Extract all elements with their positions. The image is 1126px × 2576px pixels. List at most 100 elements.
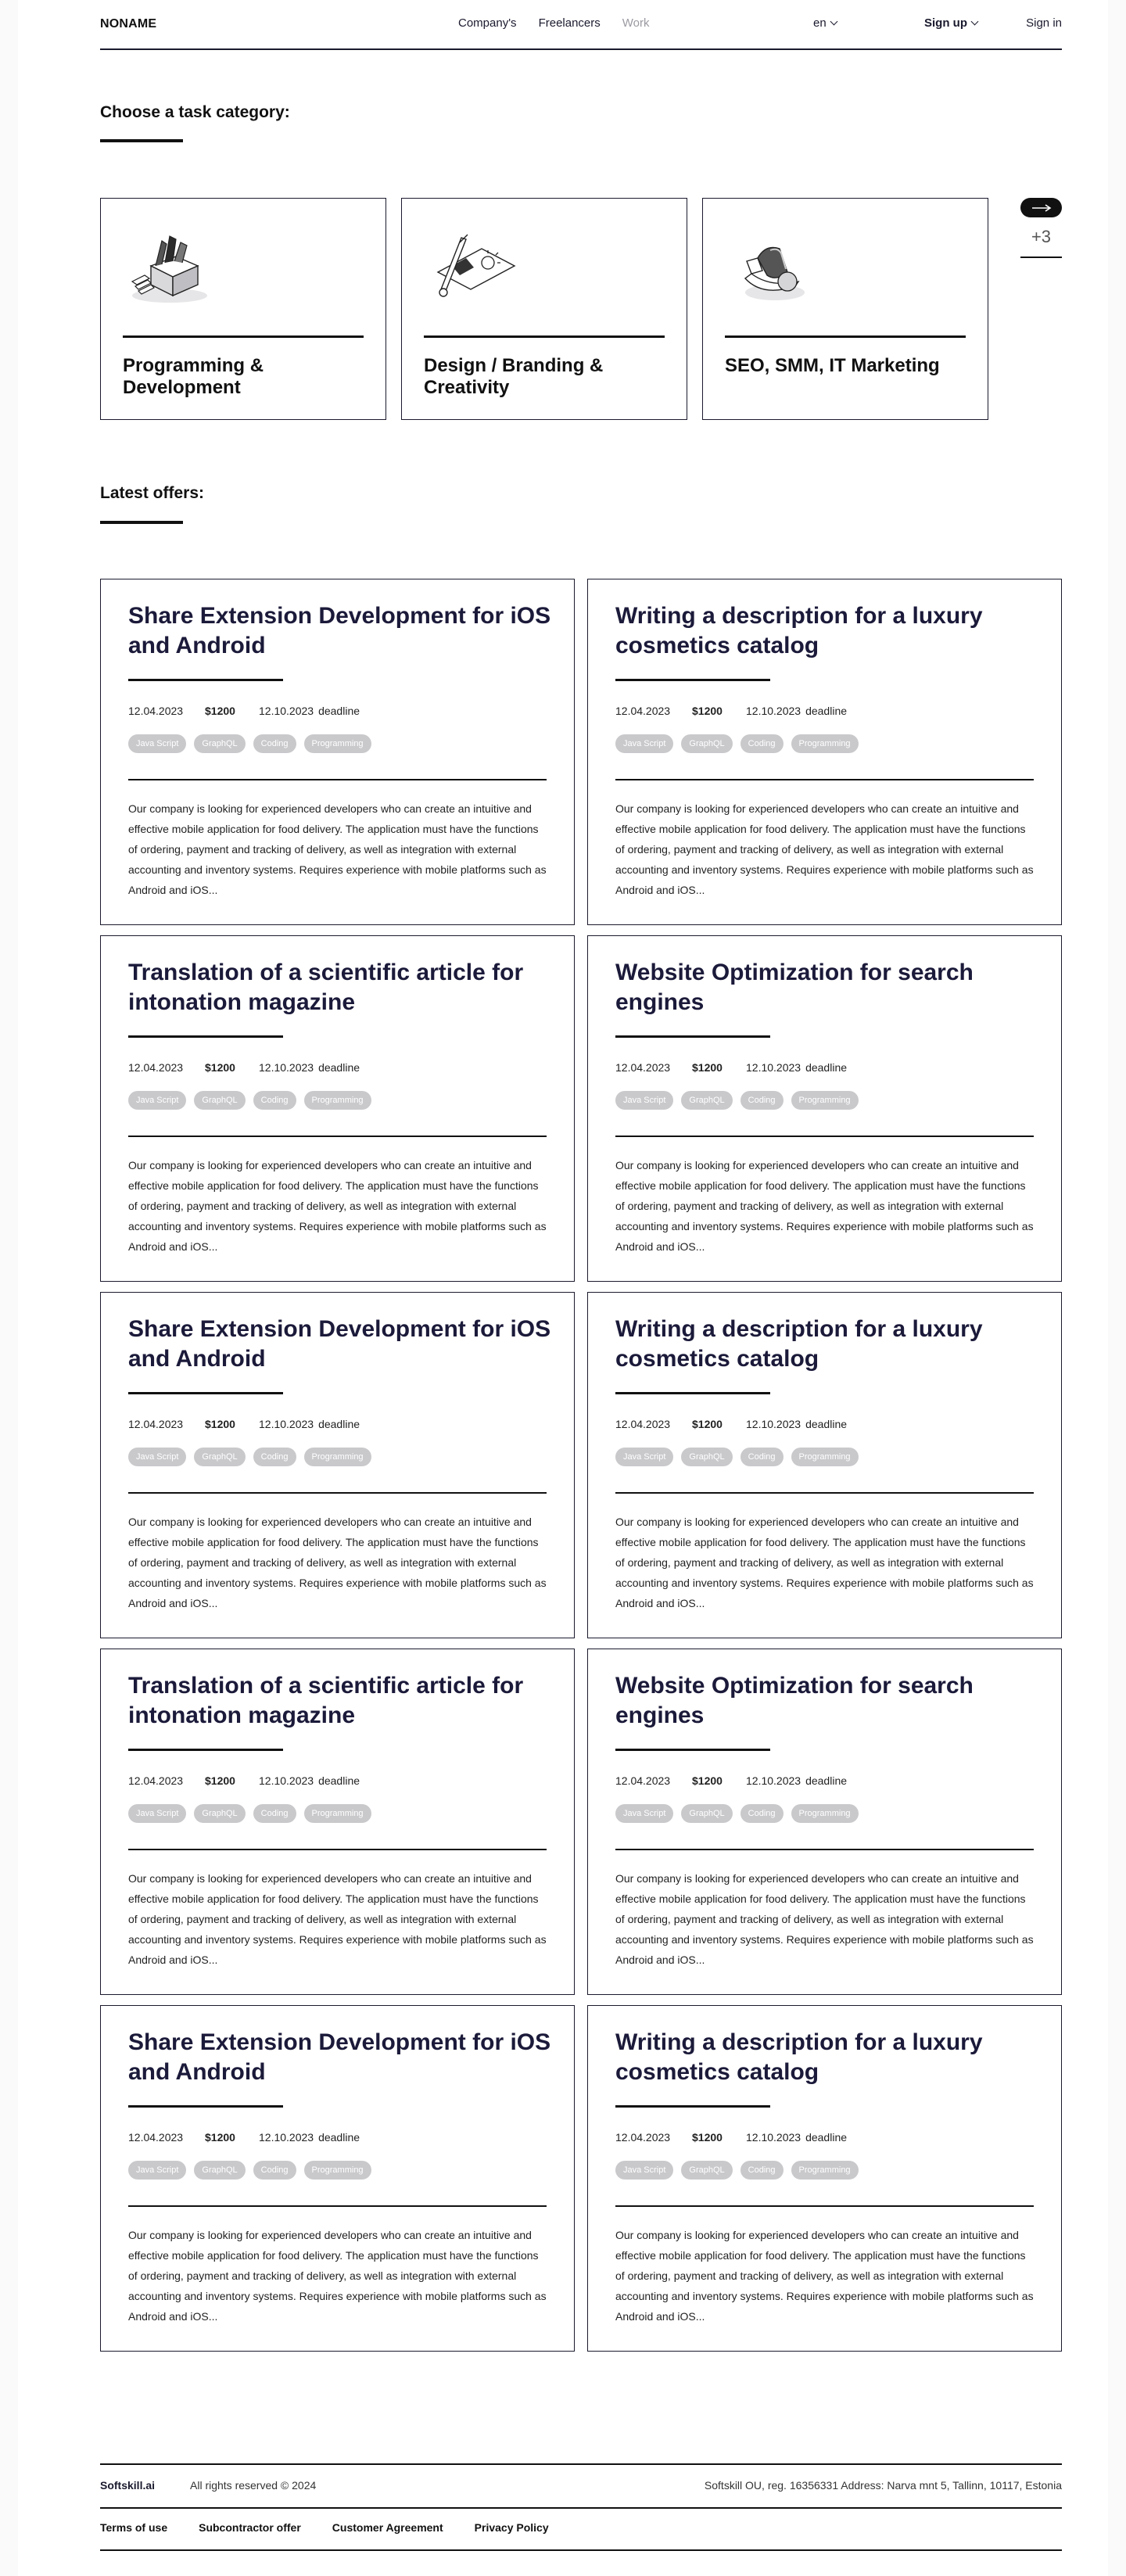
offer-date: 12.04.2023 bbox=[128, 2131, 184, 2144]
tag-chip[interactable]: Coding bbox=[253, 1804, 296, 1823]
tag-chip[interactable]: Programming bbox=[791, 2161, 859, 2180]
category-card-programming[interactable]: Programming & Development bbox=[100, 198, 386, 420]
tag-chip[interactable]: GraphQL bbox=[194, 1804, 246, 1823]
tag-chip[interactable]: Coding bbox=[740, 734, 784, 753]
signin-link[interactable]: Sign in bbox=[1026, 16, 1062, 30]
signup-dropdown[interactable]: Sign up bbox=[924, 16, 979, 30]
tag-chip[interactable]: Programming bbox=[303, 734, 371, 753]
tag-chip[interactable]: Java Script bbox=[615, 1804, 674, 1823]
tag-chip[interactable]: Programming bbox=[303, 1091, 371, 1110]
nav-item-freelancers[interactable]: Freelancers bbox=[539, 16, 601, 30]
tag-chip[interactable]: Coding bbox=[740, 1448, 784, 1466]
offer-title[interactable]: Share Extension Development for iOS and … bbox=[128, 601, 554, 661]
offer-card[interactable]: Share Extension Development for iOS and … bbox=[100, 1292, 575, 1638]
offer-title[interactable]: Share Extension Development for iOS and … bbox=[128, 2028, 554, 2087]
nav-item-companys[interactable]: Company's bbox=[458, 16, 517, 30]
offer-meta: 12.04.2023 $1200 12.10.2023 deadline bbox=[615, 1774, 847, 1787]
offer-title[interactable]: Share Extension Development for iOS and … bbox=[128, 1315, 554, 1374]
next-arrow-button[interactable] bbox=[1020, 198, 1062, 217]
tag-chip[interactable]: Coding bbox=[253, 1448, 296, 1466]
category-card-marketing[interactable]: SEO, SMM, IT Marketing bbox=[702, 198, 988, 420]
offer-description: Our company is looking for experienced d… bbox=[128, 1516, 547, 1609]
offer-title[interactable]: Translation of a scientific article for … bbox=[128, 958, 554, 1017]
footer-links: Terms of use Subcontractor offer Custome… bbox=[100, 2521, 549, 2534]
offer-card[interactable]: Share Extension Development for iOS and … bbox=[100, 579, 575, 925]
tag-chip[interactable]: Java Script bbox=[615, 734, 674, 753]
tag-chip[interactable]: Programming bbox=[303, 1448, 371, 1466]
offer-date: 12.04.2023 bbox=[128, 1061, 184, 1074]
offer-card[interactable]: Writing a description for a luxury cosme… bbox=[587, 1292, 1062, 1638]
offer-description: Our company is looking for experienced d… bbox=[128, 1159, 547, 1253]
footer-link-customer-agreement[interactable]: Customer Agreement bbox=[332, 2521, 443, 2534]
offer-title[interactable]: Translation of a scientific article for … bbox=[128, 1671, 554, 1731]
tag-chip[interactable]: GraphQL bbox=[681, 1091, 733, 1110]
offer-deadline-label: deadline bbox=[318, 1061, 360, 1074]
offer-date: 12.04.2023 bbox=[615, 705, 671, 717]
offer-title[interactable]: Writing a description for a luxury cosme… bbox=[615, 601, 1042, 661]
offer-tags: Java Script GraphQL Coding Programming bbox=[615, 1804, 859, 1823]
language-selector[interactable]: en bbox=[813, 16, 838, 30]
tag-chip[interactable]: GraphQL bbox=[194, 734, 246, 753]
tag-chip[interactable]: Programming bbox=[303, 2161, 371, 2180]
logo[interactable]: NONAME bbox=[100, 17, 156, 31]
offer-title[interactable]: Writing a description for a luxury cosme… bbox=[615, 2028, 1042, 2087]
offer-divider bbox=[615, 1136, 1034, 1137]
footer-bottom-rule bbox=[100, 2549, 1062, 2551]
offer-card[interactable]: Writing a description for a luxury cosme… bbox=[587, 579, 1062, 925]
category-label: Design / Branding & Creativity bbox=[424, 355, 604, 398]
tag-chip[interactable]: Coding bbox=[740, 1091, 784, 1110]
offer-card[interactable]: Website Optimization for search engines 1… bbox=[587, 935, 1062, 1282]
tag-chip[interactable]: GraphQL bbox=[194, 2161, 246, 2180]
design-illustration-icon bbox=[436, 234, 516, 297]
more-categories-count[interactable]: +3 bbox=[1020, 227, 1062, 247]
tag-chip[interactable]: GraphQL bbox=[681, 1448, 733, 1466]
offer-date: 12.04.2023 bbox=[615, 1774, 671, 1787]
offer-card[interactable]: Translation of a scientific article for … bbox=[100, 1649, 575, 1995]
tag-chip[interactable]: Coding bbox=[740, 1804, 784, 1823]
nav-item-work[interactable]: Work bbox=[622, 16, 650, 30]
offer-price: $1200 bbox=[692, 1774, 723, 1787]
tag-chip[interactable]: Programming bbox=[791, 1804, 859, 1823]
footer-link-terms[interactable]: Terms of use bbox=[100, 2521, 167, 2534]
footer-link-subcontractor[interactable]: Subcontractor offer bbox=[199, 2521, 301, 2534]
footer-top-rule bbox=[100, 2463, 1062, 2465]
offer-card[interactable]: Translation of a scientific article for … bbox=[100, 935, 575, 1282]
tag-chip[interactable]: Coding bbox=[253, 2161, 296, 2180]
offer-title-rule bbox=[615, 679, 770, 681]
tag-chip[interactable]: Coding bbox=[740, 2161, 784, 2180]
tag-chip[interactable]: GraphQL bbox=[194, 1091, 246, 1110]
category-card-design[interactable]: Design / Branding & Creativity bbox=[401, 198, 687, 420]
footer-link-privacy[interactable]: Privacy Policy bbox=[475, 2521, 549, 2534]
tag-chip[interactable]: GraphQL bbox=[681, 734, 733, 753]
offer-title[interactable]: Website Optimization for search engines bbox=[615, 1671, 1042, 1731]
offer-meta: 12.04.2023 $1200 12.10.2023 deadline bbox=[128, 1061, 360, 1074]
tag-chip[interactable]: Java Script bbox=[615, 2161, 674, 2180]
offer-meta: 12.04.2023 $1200 12.10.2023 deadline bbox=[615, 705, 847, 717]
offer-card[interactable]: Share Extension Development for iOS and … bbox=[100, 2005, 575, 2352]
tag-chip[interactable]: Java Script bbox=[128, 1448, 187, 1466]
tag-chip[interactable]: GraphQL bbox=[194, 1448, 246, 1466]
tag-chip[interactable]: GraphQL bbox=[681, 2161, 733, 2180]
tag-chip[interactable]: Programming bbox=[303, 1804, 371, 1823]
offer-title[interactable]: Writing a description for a luxury cosme… bbox=[615, 1315, 1042, 1374]
offer-card[interactable]: Writing a description for a luxury cosme… bbox=[587, 2005, 1062, 2352]
tag-chip[interactable]: Java Script bbox=[128, 2161, 187, 2180]
offer-deadline-label: deadline bbox=[318, 1418, 360, 1430]
tag-chip[interactable]: Java Script bbox=[128, 1091, 187, 1110]
tag-chip[interactable]: Programming bbox=[791, 1448, 859, 1466]
content-area: NONAME Company's Freelancers Work en Sig… bbox=[18, 0, 1108, 2576]
offer-title[interactable]: Website Optimization for search engines bbox=[615, 958, 1042, 1017]
tag-chip[interactable]: Coding bbox=[253, 1091, 296, 1110]
tag-chip[interactable]: Programming bbox=[791, 1091, 859, 1110]
offer-title-rule bbox=[615, 1392, 770, 1394]
offer-card[interactable]: Website Optimization for search engines 1… bbox=[587, 1649, 1062, 1995]
tag-chip[interactable]: Java Script bbox=[128, 1804, 187, 1823]
offer-tags: Java Script GraphQL Coding Programming bbox=[615, 1448, 859, 1466]
tag-chip[interactable]: Java Script bbox=[128, 734, 187, 753]
offer-deadline-date: 12.10.2023 bbox=[746, 1418, 801, 1430]
tag-chip[interactable]: GraphQL bbox=[681, 1804, 733, 1823]
tag-chip[interactable]: Java Script bbox=[615, 1448, 674, 1466]
tag-chip[interactable]: Java Script bbox=[615, 1091, 674, 1110]
tag-chip[interactable]: Coding bbox=[253, 734, 296, 753]
tag-chip[interactable]: Programming bbox=[791, 734, 859, 753]
